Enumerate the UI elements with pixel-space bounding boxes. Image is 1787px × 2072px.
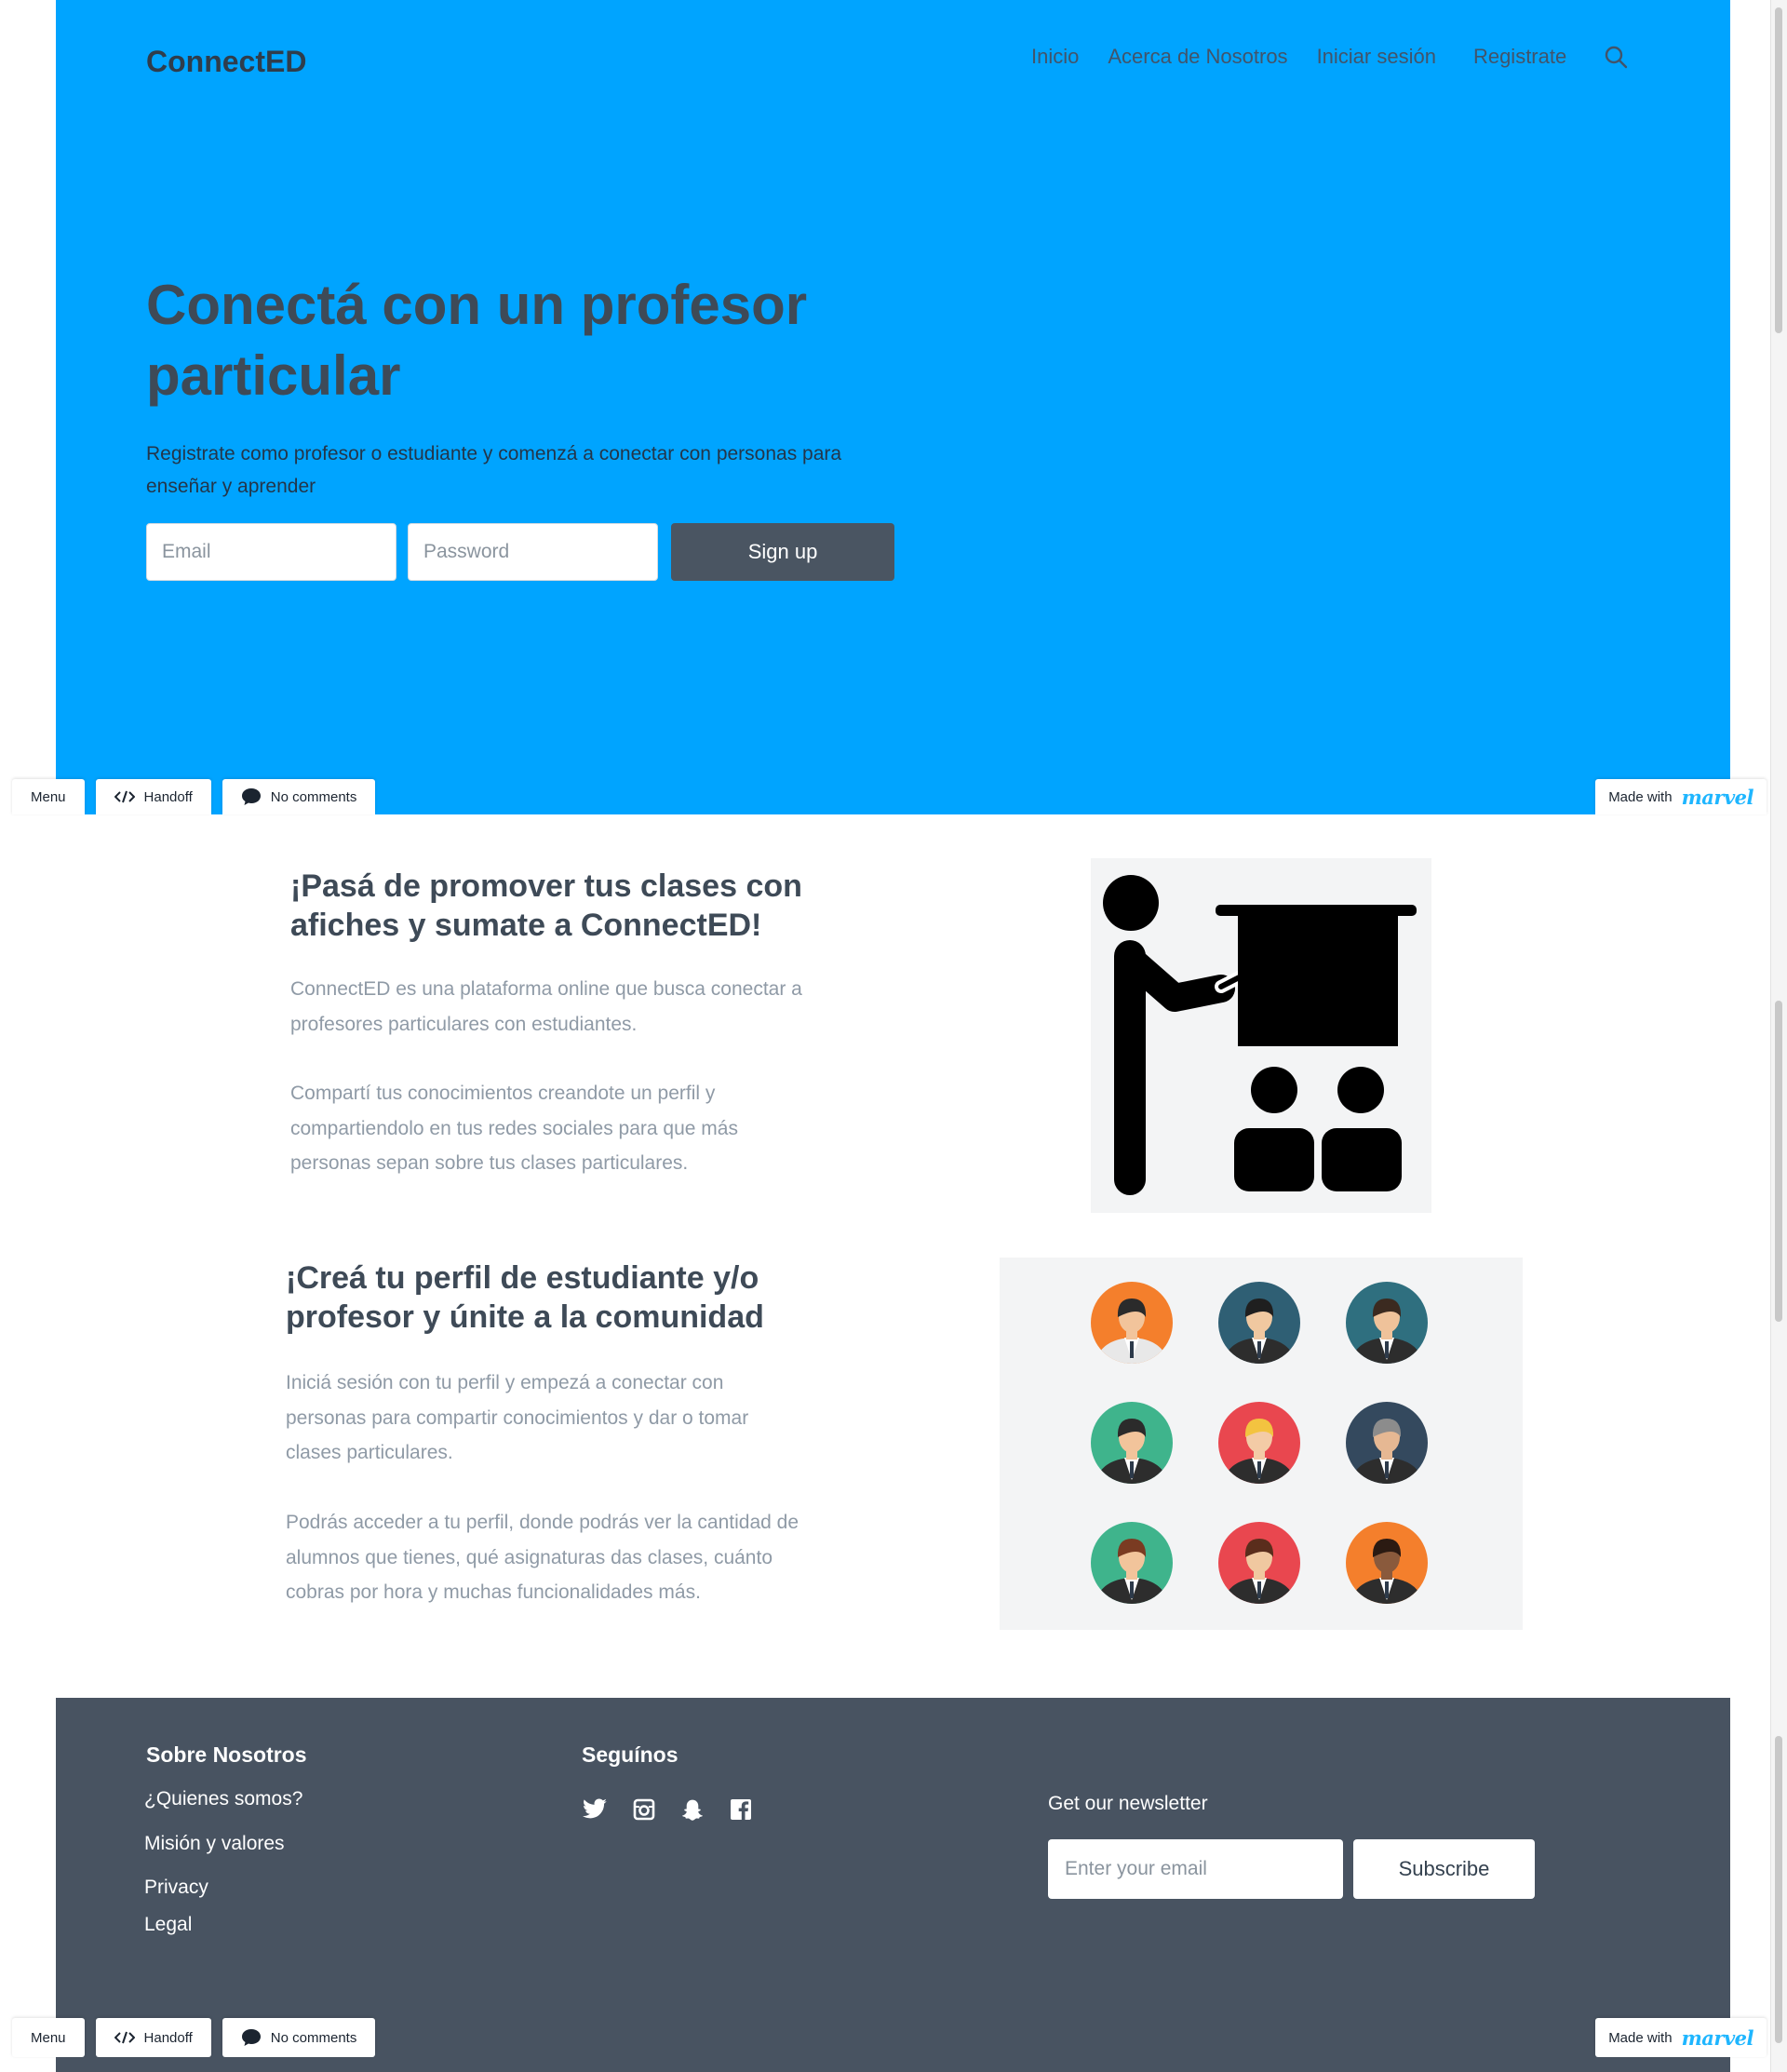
footer-about-heading: Sobre Nosotros	[146, 1742, 307, 1767]
avatar	[1218, 1402, 1300, 1484]
snapchat-icon[interactable]	[680, 1798, 705, 1823]
nav-link-acerca[interactable]: Acerca de Nosotros	[1108, 45, 1287, 69]
avatar	[1346, 1522, 1428, 1604]
made-with-marvel-bottom[interactable]: Made with marvel	[1595, 2018, 1767, 2057]
teacher-illustration	[1091, 858, 1431, 1213]
comments-label: No comments	[270, 788, 357, 805]
signup-button[interactable]: Sign up	[671, 523, 894, 581]
handoff-button-bottom[interactable]: Handoff	[95, 2018, 211, 2057]
menu-button-bottom[interactable]: Menu	[12, 2018, 85, 2057]
made-with-marvel[interactable]: Made with marvel	[1595, 779, 1767, 814]
made-with-label: Made with	[1608, 788, 1673, 805]
main-nav: Inicio Acerca de Nosotros Iniciar sesión…	[1031, 45, 1628, 69]
facebook-icon[interactable]	[730, 1798, 752, 1821]
section2-paragraph-1: Iniciá sesión con tu perfil y empezá a c…	[286, 1372, 749, 1463]
nav-link-register[interactable]: Registrate	[1473, 45, 1566, 69]
marvel-toolbar-top: Menu Handoff No comments	[12, 779, 386, 814]
made-with-label: Made with	[1608, 2029, 1673, 2046]
signup-form: Sign up	[146, 523, 894, 581]
avatar	[1218, 1522, 1300, 1604]
handoff-label: Handoff	[143, 2029, 193, 2046]
avatars-illustration	[1000, 1258, 1523, 1630]
scrollbar-thumb-footer[interactable]	[1775, 1736, 1782, 2043]
section2-title: ¡Creá tu perfil de estudiante y/o profes…	[286, 1260, 764, 1335]
teacher-pointing-icon	[1103, 875, 1417, 1195]
comments-button-bottom[interactable]: No comments	[222, 2018, 376, 2057]
menu-label: Menu	[31, 2029, 66, 2046]
section1-paragraph-2: Compartí tus conocimientos creandote un …	[290, 1083, 738, 1174]
hero-title: Conectá con un profesor particular	[146, 274, 808, 407]
avatar	[1091, 1402, 1173, 1484]
avatar	[1218, 1282, 1300, 1364]
code-icon	[114, 790, 135, 803]
code-icon	[114, 2031, 135, 2044]
hero-subtitle: Registrate como profesor o estudiante y …	[146, 443, 842, 497]
comment-icon	[241, 788, 261, 805]
newsletter-email-input[interactable]	[1048, 1839, 1343, 1899]
footer: Sobre Nosotros ¿Quienes somos? Misión y …	[56, 1698, 1730, 2072]
comments-label: No comments	[270, 2029, 357, 2046]
password-input[interactable]	[408, 523, 658, 581]
avatar	[1091, 1522, 1173, 1604]
marvel-logo: marvel	[1681, 785, 1754, 809]
comment-icon	[241, 2029, 261, 2046]
twitter-icon[interactable]	[582, 1798, 608, 1821]
avatar	[1346, 1282, 1428, 1364]
footer-link-quienes[interactable]: ¿Quienes somos?	[144, 1788, 302, 1810]
scrollbar-top[interactable]	[1770, 0, 1787, 814]
scrollbar-thumb-middle[interactable]	[1775, 1001, 1782, 1322]
nav-link-login[interactable]: Iniciar sesión	[1317, 45, 1436, 69]
comments-button[interactable]: No comments	[222, 779, 376, 814]
footer-link-privacy[interactable]: Privacy	[144, 1877, 208, 1899]
marvel-logo: marvel	[1681, 2025, 1754, 2050]
nav-link-inicio[interactable]: Inicio	[1031, 45, 1079, 69]
site-logo[interactable]: ConnectED	[146, 45, 306, 79]
newsletter-label: Get our newsletter	[1048, 1793, 1208, 1814]
email-input[interactable]	[146, 523, 396, 581]
menu-button[interactable]: Menu	[12, 779, 85, 814]
social-links	[582, 1798, 777, 1823]
scrollbar-bottom[interactable]	[1770, 814, 1787, 2072]
marvel-toolbar-bottom: Menu Handoff No comments	[12, 2018, 386, 2057]
menu-label: Menu	[31, 788, 66, 805]
footer-link-legal[interactable]: Legal	[144, 1914, 192, 1936]
search-icon[interactable]	[1604, 45, 1628, 69]
handoff-button[interactable]: Handoff	[95, 779, 211, 814]
section1-paragraph-1: ConnectED es una plataforma online que b…	[290, 978, 802, 1035]
hero-section: ConnectED Inicio Acerca de Nosotros Inic…	[56, 0, 1730, 814]
scrollbar-thumb-top[interactable]	[1775, 7, 1782, 333]
avatar	[1346, 1402, 1428, 1484]
subscribe-button[interactable]: Subscribe	[1353, 1839, 1535, 1899]
footer-follow-heading: Seguínos	[582, 1742, 679, 1767]
footer-link-mision[interactable]: Misión y valores	[144, 1833, 285, 1855]
section2-paragraph-2: Podrás acceder a tu perfil, donde podrás…	[286, 1512, 799, 1603]
instagram-icon[interactable]	[633, 1798, 655, 1821]
avatars-grid	[1091, 1282, 1428, 1604]
avatar	[1091, 1282, 1173, 1364]
handoff-label: Handoff	[143, 788, 193, 805]
section1-title: ¡Pasá de promover tus clases con afiches…	[290, 868, 802, 943]
